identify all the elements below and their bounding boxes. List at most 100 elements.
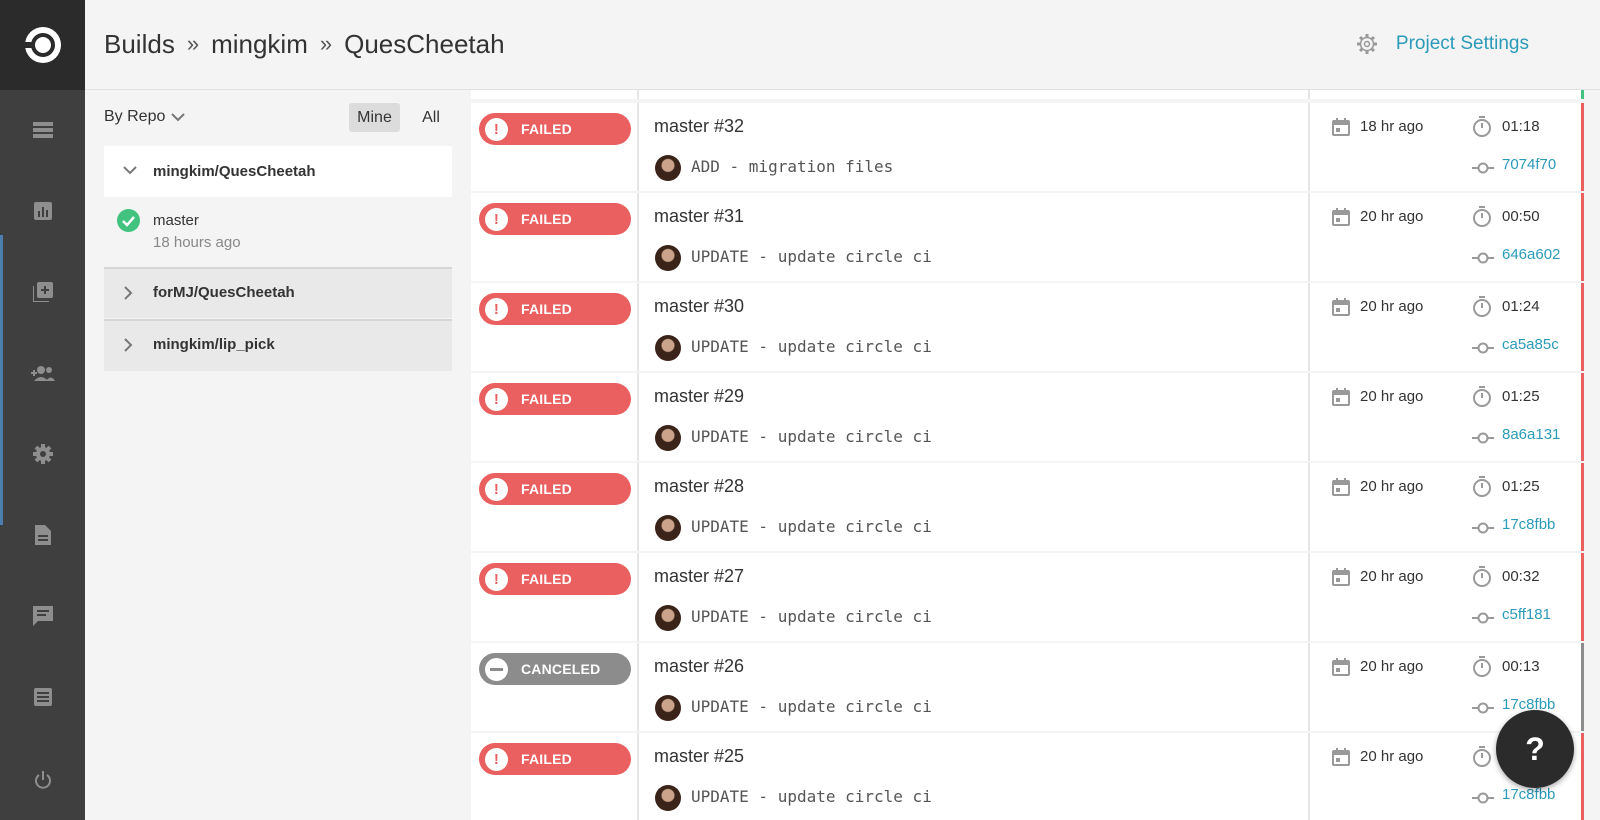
commit-hash-link[interactable]: 17c8fbb	[1502, 516, 1555, 533]
support-icon[interactable]	[0, 586, 85, 646]
commit-message: UPDATE - update circle ci	[691, 787, 932, 806]
by-repo-dropdown[interactable]: By Repo	[104, 108, 186, 126]
repo-name: mingkim/lip_pick	[153, 336, 275, 353]
changelog-icon[interactable]	[0, 667, 85, 727]
docs-icon[interactable]	[0, 505, 85, 565]
status-label: FAILED	[521, 211, 572, 227]
status-label: FAILED	[521, 571, 572, 587]
build-row[interactable]: ! FAILED master #30 UPDATE - update circle …	[471, 283, 1584, 371]
commit-hash-link[interactable]: ca5a85c	[1502, 336, 1559, 353]
calendar-icon	[1332, 208, 1350, 231]
status-badge[interactable]: ! FAILED	[479, 293, 631, 325]
project-settings-label: Project Settings	[1395, 33, 1529, 54]
build-row[interactable]: ! FAILED master #28 UPDATE - update circle …	[471, 463, 1584, 551]
breadcrumb-builds[interactable]: Builds	[104, 29, 175, 59]
breadcrumb-separator: »	[186, 31, 200, 56]
status-stripe	[1581, 733, 1584, 820]
success-check-icon	[117, 209, 140, 232]
alert-icon: !	[485, 747, 508, 771]
status-stripe	[1581, 103, 1584, 191]
settings-icon[interactable]	[0, 424, 85, 484]
branch-item[interactable]: master 18 hours ago	[104, 197, 452, 267]
status-label: FAILED	[521, 481, 572, 497]
commit-message: UPDATE - update circle ci	[691, 337, 932, 356]
circleci-logo-icon[interactable]	[0, 0, 85, 90]
build-duration: 01:25	[1502, 478, 1540, 495]
avatar	[655, 515, 681, 541]
commit-message: ADD - migration files	[691, 157, 894, 176]
build-time-ago: 20 hr ago	[1360, 478, 1424, 495]
status-badge[interactable]: ! FAILED	[479, 383, 631, 415]
commit-message: UPDATE - update circle ci	[691, 427, 932, 446]
build-row[interactable]: ! FAILED master #31 UPDATE - update circle …	[471, 193, 1584, 281]
build-title[interactable]: master #26	[654, 656, 744, 677]
build-title[interactable]: master #29	[654, 386, 744, 407]
help-button[interactable]: ?	[1496, 710, 1574, 788]
commit-hash-link[interactable]: 7074f70	[1502, 156, 1556, 173]
build-title[interactable]: master #28	[654, 476, 744, 497]
breadcrumb: Builds » mingkim » QuesCheetah	[104, 29, 505, 60]
status-label: FAILED	[521, 121, 572, 137]
repo-item[interactable]: mingkim/lip_pick	[104, 319, 452, 371]
breadcrumb-org[interactable]: mingkim	[211, 29, 308, 59]
commit-hash-link[interactable]: c5ff181	[1502, 606, 1551, 623]
alert-icon: !	[485, 207, 508, 231]
build-title[interactable]: master #32	[654, 116, 744, 137]
build-title[interactable]: master #31	[654, 206, 744, 227]
build-time-ago: 20 hr ago	[1360, 298, 1424, 315]
stopwatch-icon	[1472, 296, 1492, 323]
commit-icon	[1472, 791, 1494, 809]
status-label: FAILED	[521, 391, 572, 407]
repo-item[interactable]: mingkim/QuesCheetah	[104, 146, 452, 197]
breadcrumb-separator: »	[319, 31, 333, 56]
build-duration: 00:50	[1502, 208, 1540, 225]
stopwatch-icon	[1472, 566, 1492, 593]
repo-name: mingkim/QuesCheetah	[153, 163, 316, 180]
toggle-mine[interactable]: Mine	[349, 103, 400, 132]
toggle-all[interactable]: All	[416, 103, 446, 132]
page-header: Builds » mingkim » QuesCheetah Project Setti…	[85, 0, 1600, 90]
avatar	[655, 155, 681, 181]
status-badge[interactable]: CANCELED	[479, 653, 631, 685]
logout-icon[interactable]	[0, 750, 85, 810]
calendar-icon	[1332, 298, 1350, 321]
build-time-ago: 20 hr ago	[1360, 748, 1424, 765]
status-badge[interactable]: ! FAILED	[479, 743, 631, 775]
insights-icon[interactable]	[0, 181, 85, 241]
commit-message: UPDATE - update circle ci	[691, 247, 932, 266]
build-row[interactable]: CANCELED master #26 UPDATE - update circle…	[471, 643, 1584, 731]
build-row[interactable]: ! FAILED master #29 UPDATE - update circle …	[471, 373, 1584, 461]
project-settings-link[interactable]: Project Settings	[1356, 33, 1529, 55]
status-stripe	[1581, 193, 1584, 281]
status-badge[interactable]: ! FAILED	[479, 203, 631, 235]
status-badge[interactable]: ! FAILED	[479, 563, 631, 595]
build-row-partial[interactable]	[471, 90, 1584, 99]
status-badge[interactable]: ! FAILED	[479, 113, 631, 145]
stopwatch-icon	[1472, 746, 1492, 773]
repo-item[interactable]: forMJ/QuesCheetah	[104, 267, 452, 318]
commit-icon	[1472, 431, 1494, 449]
status-badge[interactable]: ! FAILED	[479, 473, 631, 505]
commit-hash-link[interactable]: 8a6a131	[1502, 426, 1560, 443]
build-title[interactable]: master #27	[654, 566, 744, 587]
commit-icon	[1472, 521, 1494, 539]
team-icon[interactable]	[0, 343, 85, 403]
commit-hash-link[interactable]: 17c8fbb	[1502, 786, 1555, 803]
commit-icon	[1472, 611, 1494, 629]
avatar	[655, 245, 681, 271]
chevron-down-icon	[123, 166, 137, 175]
build-row[interactable]: ! FAILED master #27 UPDATE - update circle …	[471, 553, 1584, 641]
repo-filter-bar: By Repo Mine All	[104, 100, 452, 136]
build-row[interactable]: ! FAILED master #32 ADD - migration files 18…	[471, 103, 1584, 191]
branch-name: master	[153, 212, 199, 229]
build-row[interactable]: ! FAILED master #25 UPDATE - update circle …	[471, 733, 1584, 820]
commit-icon	[1472, 161, 1494, 179]
build-title[interactable]: master #25	[654, 746, 744, 767]
stopwatch-icon	[1472, 206, 1492, 233]
status-stripe	[1581, 90, 1584, 99]
add-projects-icon[interactable]	[0, 262, 85, 322]
builds-icon[interactable]	[0, 100, 85, 160]
commit-icon	[1472, 341, 1494, 359]
commit-hash-link[interactable]: 646a602	[1502, 246, 1560, 263]
build-title[interactable]: master #30	[654, 296, 744, 317]
